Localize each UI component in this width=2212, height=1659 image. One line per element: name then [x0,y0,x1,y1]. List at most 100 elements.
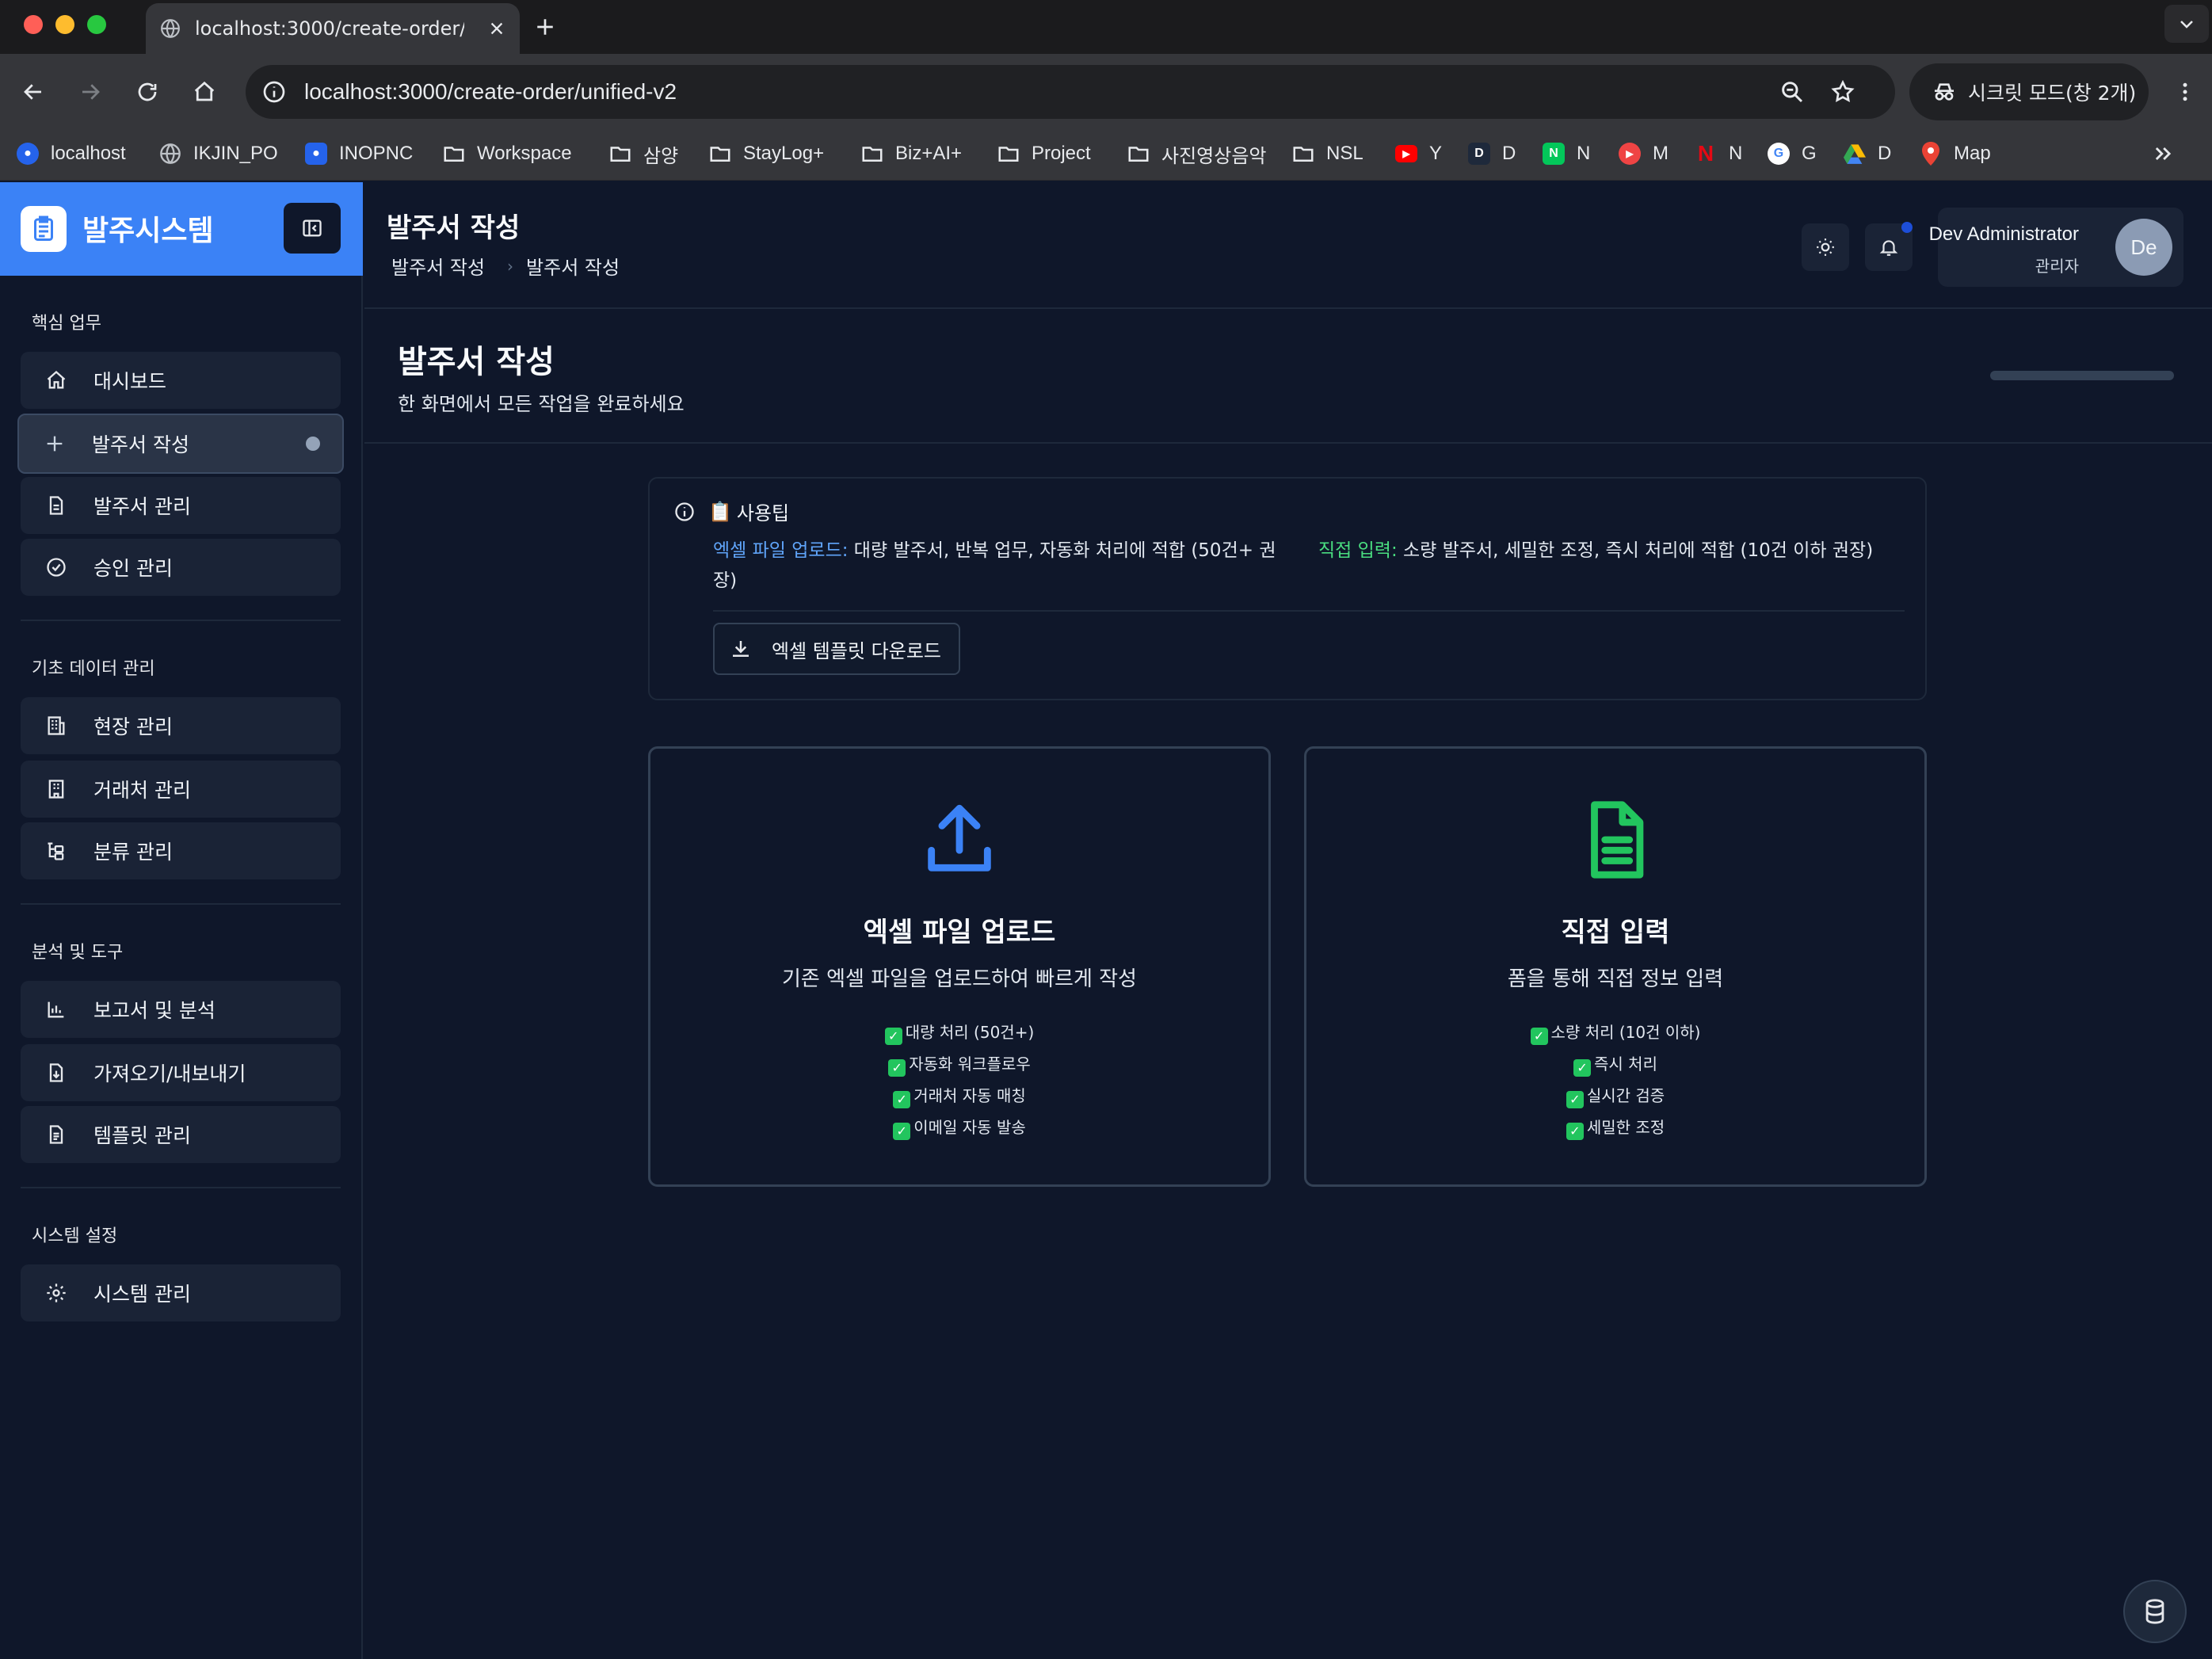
feature-text: 세밀한 조정 [1586,1118,1665,1137]
sidebar-item-system-management[interactable]: 시스템 관리 [21,1264,341,1321]
sidebar-item-dashboard[interactable]: 대시보드 [21,352,341,409]
folder-icon [708,142,732,166]
breadcrumb-current: 발주서 작성 [526,257,620,279]
notifications-button[interactable] [1865,222,1913,271]
sidebar-item-create-order[interactable]: 발주서 작성 [17,414,344,474]
back-button[interactable] [17,76,49,108]
sidebar-divider [21,903,341,905]
sidebar-item-vendors[interactable]: 거래처 관리 [21,761,341,818]
check-icon: ✓ [1530,1028,1548,1045]
browser-tab[interactable]: localhost:3000/create-order/unified-v2 [146,3,520,54]
theme-toggle-button[interactable] [1802,223,1849,271]
sidebar-item-label: 발주서 관리 [93,495,191,518]
tab-search-button[interactable] [2164,5,2209,43]
feature-item: ✓ 소량 처리 (10건 이하) [1306,1016,1924,1048]
database-devtools-button[interactable] [2123,1580,2187,1643]
direct-input-card[interactable]: 직접 입력 폼을 통해 직접 정보 입력 ✓ 소량 처리 (10건 이하) ✓ 즉시… [1304,746,1927,1187]
bookmark-folder-samyang[interactable]: 삼양 [608,138,678,170]
sidebar-item-label: 대시보드 [93,370,167,393]
bookmark-netflix[interactable]: N N [1694,138,1742,170]
bookmark-drive[interactable]: D [1843,138,1891,170]
feature-text: 실시간 검증 [1586,1086,1665,1105]
sidebar-item-sites[interactable]: 현장 관리 [21,697,341,754]
bookmark-map[interactable]: Map [1919,138,1991,170]
bookmark-localhost[interactable]: ● localhost [16,138,126,170]
sidebar-collapse-button[interactable] [284,203,341,254]
incognito-icon [1932,79,1957,105]
bookmark-label: Project [1032,143,1091,164]
bookmark-folder-media[interactable]: 사진영상음악 [1127,138,1266,170]
usage-tip-panel: 📋 사용팁 엑셀 파일 업로드: 대량 발주서, 반복 업무, 자동화 처리에 … [648,477,1927,700]
check-icon: ✓ [884,1028,902,1045]
bookmark-folder-workspace[interactable]: Workspace [442,138,572,170]
address-bar[interactable]: localhost:3000/create-order/unified-v2 [246,65,1895,119]
bookmark-label: StayLog+ [743,143,825,164]
tree-icon [44,839,68,863]
bookmark-label: localhost [51,143,126,164]
download-template-button[interactable]: 엑셀 템플릿 다운로드 [713,623,960,675]
bookmark-music[interactable]: ▶ M [1618,138,1669,170]
main-content: 발주서 작성 발주서 작성 › 발주서 작성 Dev Administrator… [364,182,2212,1659]
sidebar-item-label: 가져오기/내보내기 [93,1062,246,1085]
bookmark-google[interactable]: G G [1767,138,1817,170]
site-info-icon[interactable] [261,79,287,105]
sidebar-item-reports[interactable]: 보고서 및 분석 [21,981,341,1038]
building-icon [44,714,68,738]
bookmarks-overflow-button[interactable] [2152,138,2174,170]
folder-icon [1127,142,1150,166]
bookmark-label: Y [1429,143,1443,164]
bookmark-label: N [1729,143,1743,164]
bookmark-folder-staylog[interactable]: StayLog+ [708,138,824,170]
browser-menu-button[interactable] [2169,76,2201,108]
bookmark-label: 삼양 [643,145,679,167]
bookmark-folder-nsl[interactable]: NSL [1291,138,1363,170]
zoom-icon[interactable] [1779,79,1805,105]
feature-list: ✓ 대량 처리 (50건+) ✓ 자동화 워크플로우 ✓ 거래처 자동 매칭 ✓ 이메일… [650,1016,1268,1143]
window-maximize-button[interactable] [87,15,106,34]
feature-text: 소량 처리 (10건 이하) [1550,1023,1701,1042]
tab-close-icon[interactable] [488,20,505,37]
card-title: 직접 입력 [1561,917,1670,948]
bookmark-inopnc[interactable]: ● INOPNC [304,138,413,170]
youtube-icon: ▶ [1394,142,1418,166]
bookmark-youtube[interactable]: ▶ Y [1394,138,1442,170]
bookmark-folder-bizai[interactable]: Biz+AI+ [860,138,962,170]
breadcrumb-item[interactable]: 발주서 작성 [391,252,485,280]
sidebar-item-label: 거래처 관리 [93,779,191,802]
bookmark-label: 사진영상음악 [1161,145,1267,167]
page-title: 발주서 작성 [398,344,555,380]
new-tab-button[interactable] [529,11,561,43]
home-icon [44,368,68,392]
sidebar-item-label: 템플릿 관리 [93,1124,191,1147]
reload-button[interactable] [132,76,163,108]
section-label-system: 시스템 설정 [32,1226,118,1246]
incognito-badge[interactable]: 시크릿 모드(창 2개) [1909,63,2149,120]
bookmark-label: N [1577,143,1591,164]
card-description: 기존 엑셀 파일을 업로드하여 빠르게 작성 [782,967,1137,991]
sidebar-item-categories[interactable]: 분류 관리 [21,822,341,879]
check-icon: ✓ [893,1091,911,1108]
window-close-button[interactable] [24,15,43,34]
bookmark-star-icon[interactable] [1830,79,1855,105]
bookmark-naver[interactable]: N N [1542,138,1590,170]
sidebar-item-order-management[interactable]: 발주서 관리 [21,477,341,534]
feature-text: 즉시 처리 [1594,1055,1657,1074]
sidebar-item-import-export[interactable]: 가져오기/내보내기 [21,1044,341,1101]
user-menu[interactable]: Dev Administrator 관리자 De [1929,208,2183,287]
sidebar-item-approval[interactable]: 승인 관리 [21,539,341,596]
bookmark-folder-project[interactable]: Project [997,138,1091,170]
bookmark-ikjin-po[interactable]: IKJIN_PO [158,138,278,170]
sidebar-item-templates[interactable]: 템플릿 관리 [21,1106,341,1163]
home-button[interactable] [189,76,220,108]
incognito-label: 시크릿 모드(창 2개) [1968,82,2137,105]
window-minimize-button[interactable] [55,15,74,34]
excel-upload-card[interactable]: 엑셀 파일 업로드 기존 엑셀 파일을 업로드하여 빠르게 작성 ✓ 대량 처리 … [648,746,1271,1187]
feature-item: ✓ 자동화 워크플로우 [650,1048,1268,1080]
forward-button[interactable] [74,76,106,108]
document-icon [44,494,68,517]
check-icon: ✓ [893,1123,911,1140]
tip-direct-label: 직접 입력: [1318,540,1398,561]
drive-icon [1843,142,1867,166]
bookmark-d[interactable]: D D [1467,138,1516,170]
user-role: 관리자 [2035,257,2079,276]
